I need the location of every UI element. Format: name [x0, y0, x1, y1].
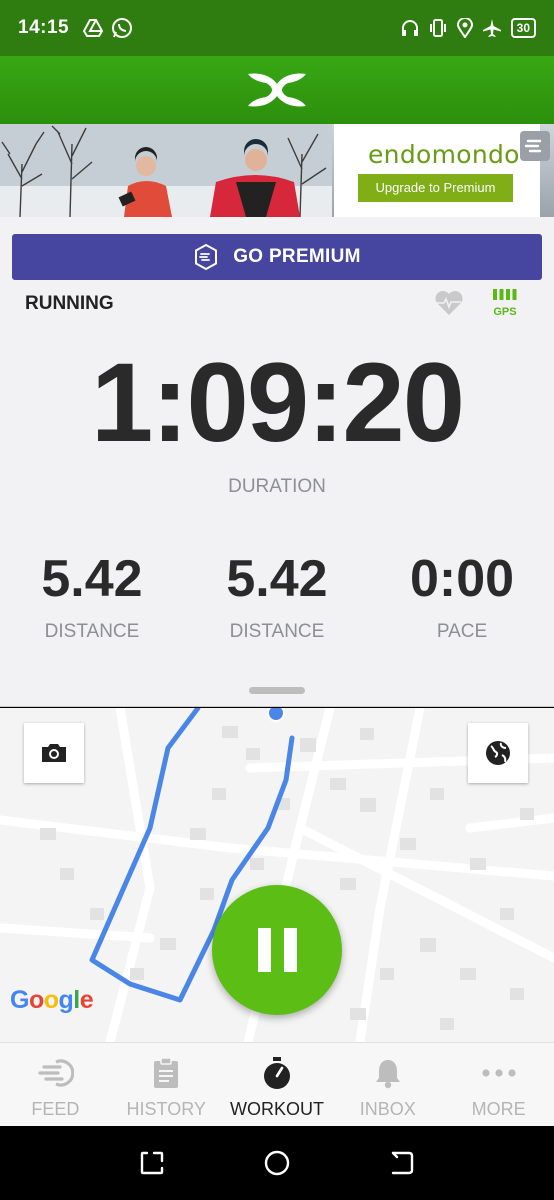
- gps-indicator: GPS: [490, 288, 520, 318]
- go-premium-label: GO PREMIUM: [233, 246, 361, 267]
- more-dots-icon: [481, 1055, 517, 1091]
- stat-value: 0:00: [409, 550, 515, 608]
- nav-label: INBOX: [359, 1099, 416, 1119]
- ad-photo: [0, 124, 332, 217]
- stat-distance-2[interactable]: 5.42 DISTANCE: [185, 553, 369, 643]
- workout-panel: GO PREMIUM RUNNING GPS 1:09:20 DURATION …: [0, 217, 554, 707]
- history-icon: [152, 1055, 180, 1091]
- stat-distance-1[interactable]: 5.42 DISTANCE: [0, 553, 184, 643]
- premium-hex-icon: [195, 243, 218, 271]
- app-header: [0, 56, 554, 124]
- stopwatch-icon: [261, 1055, 293, 1091]
- nav-item-more[interactable]: MORE: [443, 1043, 554, 1126]
- panel-drag-handle[interactable]: [249, 687, 305, 694]
- stat-pace[interactable]: 0:00 PACE: [370, 553, 554, 643]
- google-letter: o: [28, 986, 44, 1014]
- globe-icon: [486, 741, 510, 765]
- nav-label: HISTORY: [126, 1099, 206, 1119]
- gps-label: GPS: [493, 306, 517, 318]
- whatsapp-icon: [112, 18, 133, 38]
- map-layers-button[interactable]: [468, 723, 528, 783]
- battery-icon: 30: [510, 18, 536, 38]
- stat-label: DISTANCE: [229, 621, 325, 642]
- nav-label: FEED: [31, 1099, 80, 1119]
- pause-icon-bar: [283, 928, 297, 972]
- airplane-icon: [482, 19, 501, 37]
- nav-label: MORE: [471, 1099, 526, 1119]
- feed-icon: [36, 1055, 75, 1091]
- headset-icon: [401, 20, 418, 36]
- stat-label: DISTANCE: [44, 621, 140, 642]
- back-icon[interactable]: [389, 1150, 415, 1176]
- google-letter: e: [79, 986, 94, 1014]
- camera-button[interactable]: [24, 723, 84, 783]
- duration-value: 1:09:20: [90, 340, 465, 465]
- status-time: 14:15: [18, 17, 70, 38]
- vibrate-icon: [429, 19, 446, 37]
- nav-item-workout[interactable]: WORKOUT: [222, 1043, 333, 1126]
- gps-signal-icon: [493, 289, 517, 300]
- ad-brand: endomondo: [368, 140, 520, 169]
- upgrade-button[interactable]: Upgrade to Premium: [358, 174, 513, 202]
- camera-icon: [42, 744, 66, 762]
- google-letter: G: [10, 986, 29, 1014]
- location-icon: [456, 18, 473, 38]
- bell-icon: [373, 1055, 403, 1091]
- duration-label: DURATION: [228, 476, 326, 497]
- google-letter: o: [43, 986, 59, 1014]
- go-premium-button[interactable]: GO PREMIUM: [12, 234, 542, 280]
- status-right-icons: 30: [401, 18, 536, 38]
- nav-item-inbox[interactable]: INBOX: [332, 1043, 443, 1126]
- heart-rate-icon[interactable]: [434, 289, 464, 317]
- pause-icon-bar: [257, 928, 271, 972]
- status-left-icons: [83, 17, 133, 39]
- status-bar: 14:15 30: [0, 0, 554, 56]
- stat-label: PACE: [436, 621, 488, 642]
- nav-item-history[interactable]: HISTORY: [111, 1043, 222, 1126]
- nav-item-feed[interactable]: FEED: [0, 1043, 111, 1126]
- ad-panel: endomondo Upgrade to Premium: [334, 124, 540, 217]
- stat-value: 5.42: [41, 550, 143, 608]
- pause-button[interactable]: [212, 885, 342, 1015]
- stat-value: 5.42: [226, 550, 328, 608]
- google-letter: g: [58, 986, 74, 1014]
- google-logo: Google: [10, 986, 94, 1015]
- system-nav-bar: [0, 1126, 554, 1200]
- ad-banner[interactable]: endomondo Upgrade to Premium: [0, 124, 554, 217]
- bottom-nav: FEED HISTORY WORKOUT INBOX MORE: [0, 1042, 554, 1126]
- recents-icon[interactable]: [139, 1150, 165, 1176]
- under-armour-logo: [248, 73, 306, 107]
- nav-label: WORKOUT: [229, 1099, 324, 1119]
- ad-app-icon: [520, 131, 550, 161]
- drive-icon: [83, 19, 104, 37]
- home-icon[interactable]: [263, 1149, 291, 1177]
- sport-selector[interactable]: RUNNING: [25, 293, 114, 315]
